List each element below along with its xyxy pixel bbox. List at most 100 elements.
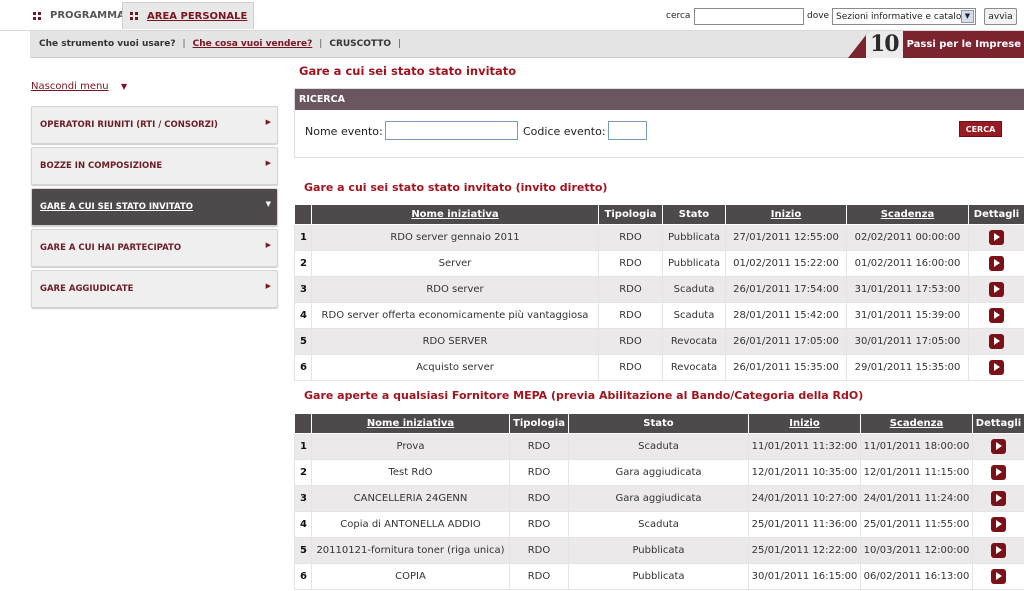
sidebar-item-gare-partecipato[interactable]: GARE A CUI HAI PARTECIPATO ▶ xyxy=(31,229,278,267)
scadenza-cell: 29/01/2011 15:35:00 xyxy=(846,354,969,381)
inizio-cell: 01/02/2011 15:22:00 xyxy=(725,250,847,277)
page-title: Gare a cui sei stato stato invitato xyxy=(299,64,517,78)
separator: | xyxy=(319,39,323,49)
column-header[interactable]: Scadenza xyxy=(846,204,969,225)
details-arrow-icon[interactable] xyxy=(991,569,1006,584)
column-header[interactable]: Nome iniziativa xyxy=(311,413,510,434)
sidebar-item-label: GARE AGGIUDICATE xyxy=(40,284,134,294)
inizio-cell: 28/01/2011 15:42:00 xyxy=(725,302,847,329)
row-number: 5 xyxy=(294,328,312,355)
dettagli-cell xyxy=(972,511,1024,538)
inizio-cell: 26/01/2011 17:54:00 xyxy=(725,276,847,303)
banner-text: Passi per le Imprese xyxy=(906,39,1022,50)
caret-down-icon: ▼ xyxy=(121,82,128,91)
inizio-cell: 12/01/2011 10:35:00 xyxy=(748,459,861,486)
details-arrow-icon[interactable] xyxy=(991,439,1006,454)
details-arrow-icon[interactable] xyxy=(989,282,1004,297)
scadenza-cell: 06/02/2011 16:13:00 xyxy=(860,563,973,590)
details-arrow-icon[interactable] xyxy=(989,230,1004,245)
column-header[interactable]: Inizio xyxy=(725,204,847,225)
tab-programma[interactable]: PROGRAMMA xyxy=(26,3,131,28)
separator: | xyxy=(398,39,402,49)
dettagli-cell xyxy=(972,433,1024,460)
invited-tenders-table: Nome iniziativa Tipologia Stato Inizio Scade… xyxy=(294,204,1024,381)
separator: | xyxy=(182,39,186,49)
tipologia-cell: RDO xyxy=(509,485,569,512)
inizio-cell: 26/01/2011 15:35:00 xyxy=(725,354,847,381)
grid-dots-icon xyxy=(130,12,138,20)
column-header: Tipologia xyxy=(598,204,663,225)
row-number: 2 xyxy=(294,459,312,486)
table-row: 2 Server RDO Pubblicata 01/02/2011 15:22:00 0… xyxy=(294,250,1024,277)
table-row: 6 COPIA RDO Pubblicata 30/01/2011 16:15:00 06… xyxy=(294,563,1024,590)
nome-iniziativa-cell: Acquisto server xyxy=(311,354,599,381)
stato-cell: Pubblicata xyxy=(568,537,749,564)
nome-iniziativa-cell: RDO server xyxy=(311,276,599,303)
stato-cell: Gara aggiudicata xyxy=(568,459,749,486)
inizio-cell: 11/01/2011 11:32:00 xyxy=(748,433,861,460)
inizio-cell: 26/01/2011 17:05:00 xyxy=(725,328,847,355)
sidebar-item-label: BOZZE IN COMPOSIZIONE xyxy=(40,161,163,171)
column-header[interactable]: Nome iniziativa xyxy=(311,204,599,225)
stato-cell: Revocata xyxy=(662,328,726,355)
details-arrow-icon[interactable] xyxy=(991,465,1006,480)
ten-steps-banner[interactable]: 10 Passi per le Imprese xyxy=(848,31,1024,58)
scadenza-cell: 10/03/2011 12:00:00 xyxy=(860,537,973,564)
nome-iniziativa-cell: Server xyxy=(311,250,599,277)
tipologia-cell: RDO xyxy=(509,563,569,590)
details-arrow-icon[interactable] xyxy=(991,517,1006,532)
stato-cell: Scaduta xyxy=(662,276,726,303)
tipologia-cell: RDO xyxy=(598,224,663,251)
search-panel: RICERCA Nome evento: Codice evento: CERC… xyxy=(294,88,1024,158)
hide-menu-link[interactable]: Nascondi menu xyxy=(31,81,109,92)
inizio-cell: 25/01/2011 12:22:00 xyxy=(748,537,861,564)
table-header-row: Nome iniziativa Tipologia Stato Inizio Scade… xyxy=(294,413,1024,434)
sidebar-item-bozze[interactable]: BOZZE IN COMPOSIZIONE ▶ xyxy=(31,147,278,185)
table-row: 3 RDO server RDO Scaduta 26/01/2011 17:54:00… xyxy=(294,276,1024,303)
column-header[interactable]: Inizio xyxy=(748,413,861,434)
codice-evento-label: Codice evento: xyxy=(523,125,606,138)
column-header[interactable]: Scadenza xyxy=(860,413,973,434)
scadenza-cell: 02/02/2011 00:00:00 xyxy=(846,224,969,251)
column-header: Stato xyxy=(568,413,749,434)
details-arrow-icon[interactable] xyxy=(991,491,1006,506)
details-arrow-icon[interactable] xyxy=(989,334,1004,349)
table-row: 4 RDO server offerta economicamente più v… xyxy=(294,302,1024,329)
nome-evento-input[interactable] xyxy=(385,121,518,140)
codice-evento-input[interactable] xyxy=(608,121,647,140)
scadenza-cell: 31/01/2011 15:39:00 xyxy=(846,302,969,329)
tab-area-personale[interactable]: AREA PERSONALE xyxy=(122,2,255,29)
tipologia-cell: RDO xyxy=(598,328,663,355)
sell-link[interactable]: Che cosa vuoi vendere? xyxy=(193,39,313,49)
nome-iniziativa-cell: 20110121-fornitura toner (riga unica) xyxy=(311,537,510,564)
table-header-row: Nome iniziativa Tipologia Stato Inizio Scade… xyxy=(294,204,1024,225)
row-number: 1 xyxy=(294,224,312,251)
dettagli-cell xyxy=(968,224,1024,251)
search-panel-header: RICERCA xyxy=(295,89,1024,110)
where-select[interactable]: Sezioni informative e catalogo ▼ xyxy=(832,8,976,25)
row-number: 3 xyxy=(294,485,312,512)
row-number: 1 xyxy=(294,433,312,460)
dashboard-link[interactable]: CRUSCOTTO xyxy=(329,39,391,49)
go-button[interactable]: avvia xyxy=(984,8,1017,25)
details-arrow-icon[interactable] xyxy=(989,256,1004,271)
banner-number: 10 xyxy=(866,31,903,58)
dettagli-cell xyxy=(972,459,1024,486)
column-header xyxy=(294,204,312,225)
stato-cell: Revocata xyxy=(662,354,726,381)
chevron-down-icon: ▼ xyxy=(265,200,271,208)
sidebar-item-gare-aggiudicate[interactable]: GARE AGGIUDICATE ▶ xyxy=(31,270,278,308)
scadenza-cell: 12/01/2011 11:15:00 xyxy=(860,459,973,486)
search-input[interactable] xyxy=(694,8,804,25)
scadenza-cell: 24/01/2011 11:24:00 xyxy=(860,485,973,512)
details-arrow-icon[interactable] xyxy=(989,360,1004,375)
sidebar-item-operatori-riuniti[interactable]: OPERATORI RIUNITI (RTI / CONSORZI) ▶ xyxy=(31,106,278,144)
stato-cell: Scaduta xyxy=(568,511,749,538)
scadenza-cell: 01/02/2011 16:00:00 xyxy=(846,250,969,277)
details-arrow-icon[interactable] xyxy=(991,543,1006,558)
cerca-button[interactable]: CERCA xyxy=(959,121,1002,137)
sidebar-item-gare-invitato[interactable]: GARE A CUI SEI STATO INVITATO ▼ xyxy=(31,188,278,226)
nome-iniziativa-cell: Test RdO xyxy=(311,459,510,486)
column-header xyxy=(294,413,312,434)
details-arrow-icon[interactable] xyxy=(989,308,1004,323)
